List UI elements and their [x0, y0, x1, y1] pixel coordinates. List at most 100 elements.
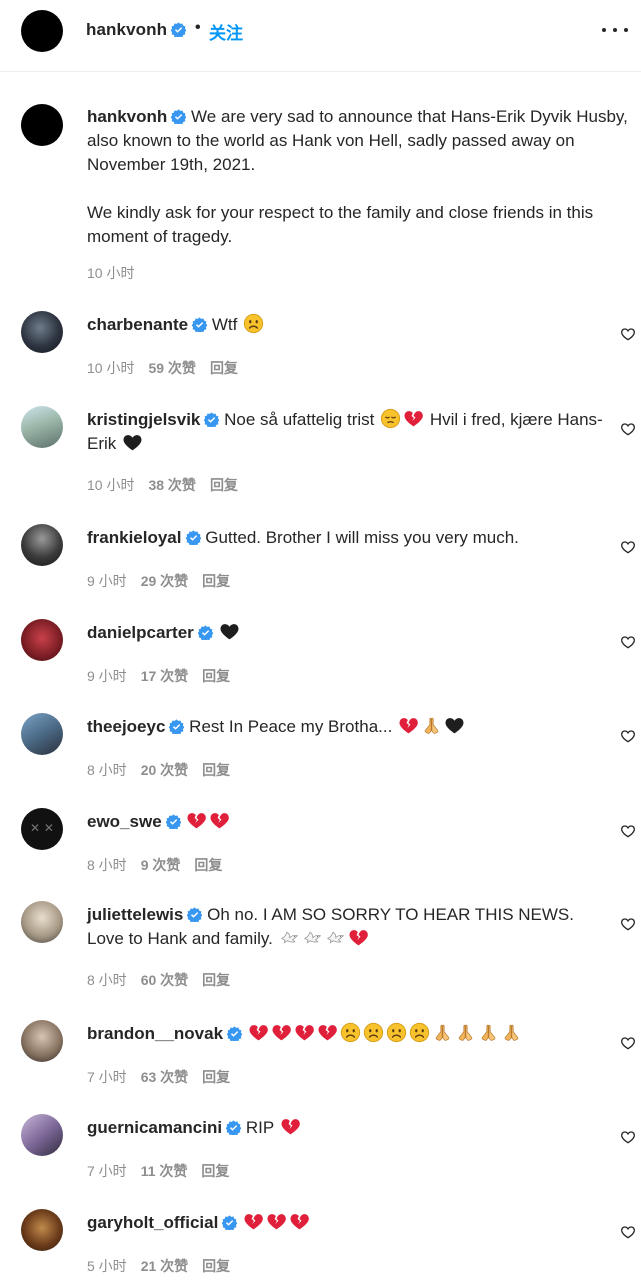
- dove-icon: [326, 931, 344, 944]
- avatar[interactable]: [21, 10, 63, 52]
- comment-like-count[interactable]: 63 次赞: [141, 1069, 188, 1085]
- folded-hands-icon: [424, 717, 439, 734]
- comment-timestamp[interactable]: 9 小时: [87, 668, 127, 684]
- like-heart-icon[interactable]: [620, 1224, 636, 1240]
- comment-like-count[interactable]: 29 次赞: [141, 573, 188, 589]
- like-heart-icon[interactable]: [620, 1035, 636, 1051]
- comment-meta: 8 小时 20 次赞 回复: [87, 760, 230, 780]
- like-heart-icon[interactable]: [620, 728, 636, 744]
- comment-timestamp[interactable]: 10 小时: [87, 477, 134, 493]
- comment-meta: 5 小时 21 次赞 回复: [87, 1256, 230, 1276]
- comment-timestamp[interactable]: 8 小时: [87, 972, 127, 988]
- reply-button[interactable]: 回复: [202, 1258, 230, 1274]
- comment-like-count[interactable]: 20 次赞: [141, 762, 188, 778]
- reply-button[interactable]: 回复: [210, 360, 238, 376]
- broken-heart-icon: [318, 1025, 337, 1041]
- avatar[interactable]: [21, 524, 63, 566]
- pensive-face-icon: [380, 408, 401, 429]
- comment-body: ewo_swe: [87, 810, 607, 834]
- comment-like-count[interactable]: 9 次赞: [141, 857, 181, 873]
- comment-text: Gutted. Brother I will miss you very muc…: [205, 528, 519, 547]
- like-heart-icon[interactable]: [620, 1129, 636, 1145]
- like-heart-icon[interactable]: [620, 916, 636, 932]
- comment-timestamp[interactable]: 8 小时: [87, 762, 127, 778]
- verified-badge-icon: [171, 109, 187, 124]
- reply-button[interactable]: 回复: [202, 668, 230, 684]
- broken-heart-icon: [349, 930, 368, 946]
- comment-username[interactable]: guernicamancini: [87, 1118, 222, 1137]
- comment-meta: 7 小时 11 次赞 回复: [87, 1161, 229, 1181]
- comment-username[interactable]: brandon__novak: [87, 1024, 223, 1043]
- comment-like-count[interactable]: 60 次赞: [141, 972, 188, 988]
- comment-like-count[interactable]: 21 次赞: [141, 1258, 188, 1274]
- avatar[interactable]: [21, 311, 63, 353]
- avatar[interactable]: [21, 619, 63, 661]
- comment-username[interactable]: garyholt_official: [87, 1213, 218, 1232]
- verified-badge-icon: [204, 412, 220, 427]
- reply-button[interactable]: 回复: [202, 972, 230, 988]
- comment-body: theejoeyc Rest In Peace my Brotha...: [87, 715, 607, 739]
- broken-heart-icon: [404, 411, 423, 427]
- caption-username[interactable]: hankvonh: [87, 107, 167, 126]
- verified-badge-icon: [169, 719, 185, 734]
- black-heart-icon: [123, 435, 142, 451]
- comment-username[interactable]: theejoeyc: [87, 717, 165, 736]
- comment-username[interactable]: charbenante: [87, 315, 188, 334]
- avatar[interactable]: [21, 713, 63, 755]
- reply-button[interactable]: 回复: [210, 477, 238, 493]
- comment-like-count[interactable]: 38 次赞: [148, 477, 195, 493]
- comment-like-count[interactable]: 59 次赞: [148, 360, 195, 376]
- like-heart-icon[interactable]: [620, 539, 636, 555]
- verified-badge-icon: [165, 814, 181, 829]
- comment-timestamp[interactable]: 7 小时: [87, 1069, 127, 1085]
- comment-username[interactable]: ewo_swe: [87, 812, 162, 831]
- comment-username[interactable]: frankieloyal: [87, 528, 182, 547]
- comment-username[interactable]: danielpcarter: [87, 623, 194, 642]
- avatar[interactable]: [21, 1020, 63, 1062]
- verified-badge-icon: [227, 1026, 243, 1041]
- comment-text: Rest In Peace my Brotha...: [189, 717, 393, 736]
- comment-timestamp[interactable]: 10 小时: [87, 360, 134, 376]
- sad-face-icon: [386, 1022, 406, 1043]
- like-heart-icon[interactable]: [620, 326, 636, 342]
- follow-button[interactable]: 关注: [209, 19, 243, 44]
- comment-timestamp[interactable]: 5 小时: [87, 1258, 127, 1274]
- comment-meta: 7 小时 63 次赞 回复: [87, 1067, 230, 1087]
- folded-hands-icon: [435, 1024, 450, 1041]
- avatar[interactable]: [21, 406, 63, 448]
- comment-timestamp[interactable]: 8 小时: [87, 857, 127, 873]
- verified-badge-icon: [192, 317, 208, 332]
- reply-button[interactable]: 回复: [202, 1069, 230, 1085]
- comment-username[interactable]: juliettelewis: [87, 905, 183, 924]
- more-options-icon[interactable]: [601, 18, 631, 42]
- caption-timestamp[interactable]: 10 小时: [87, 263, 134, 283]
- comment-body: juliettelewis Oh no. I AM SO SORRY TO HE…: [87, 903, 607, 951]
- sad-face-icon: [363, 1022, 383, 1043]
- avatar[interactable]: [21, 1114, 63, 1156]
- reply-button[interactable]: 回复: [201, 1163, 229, 1179]
- like-heart-icon[interactable]: [620, 634, 636, 650]
- broken-heart-icon: [187, 813, 207, 829]
- reply-button[interactable]: 回复: [202, 573, 230, 589]
- comment-like-count[interactable]: 17 次赞: [141, 668, 188, 684]
- like-heart-icon[interactable]: [620, 421, 636, 437]
- like-heart-icon[interactable]: [620, 823, 636, 839]
- comment-like-count[interactable]: 11 次赞: [141, 1163, 188, 1179]
- comment-body: frankieloyal Gutted. Brother I will miss…: [87, 526, 607, 550]
- comment-meta: 8 小时 60 次赞 回复: [87, 970, 230, 990]
- comment-timestamp[interactable]: 9 小时: [87, 573, 127, 589]
- reply-button[interactable]: 回复: [202, 762, 230, 778]
- avatar[interactable]: ✕ ✕: [21, 808, 63, 850]
- avatar[interactable]: [21, 104, 63, 146]
- comment-meta: 10 小时 38 次赞 回复: [87, 475, 238, 495]
- avatar[interactable]: [21, 901, 63, 943]
- username[interactable]: hankvonh: [86, 20, 187, 40]
- comment-body: brandon__novak: [87, 1022, 607, 1046]
- comment-timestamp[interactable]: 7 小时: [87, 1163, 127, 1179]
- reply-button[interactable]: 回复: [194, 857, 222, 873]
- post-header: hankvonh • 关注: [0, 0, 641, 72]
- avatar[interactable]: [21, 1209, 63, 1251]
- broken-heart-icon: [210, 813, 230, 829]
- sad-face-icon: [340, 1022, 360, 1043]
- comment-username[interactable]: kristingjelsvik: [87, 410, 200, 429]
